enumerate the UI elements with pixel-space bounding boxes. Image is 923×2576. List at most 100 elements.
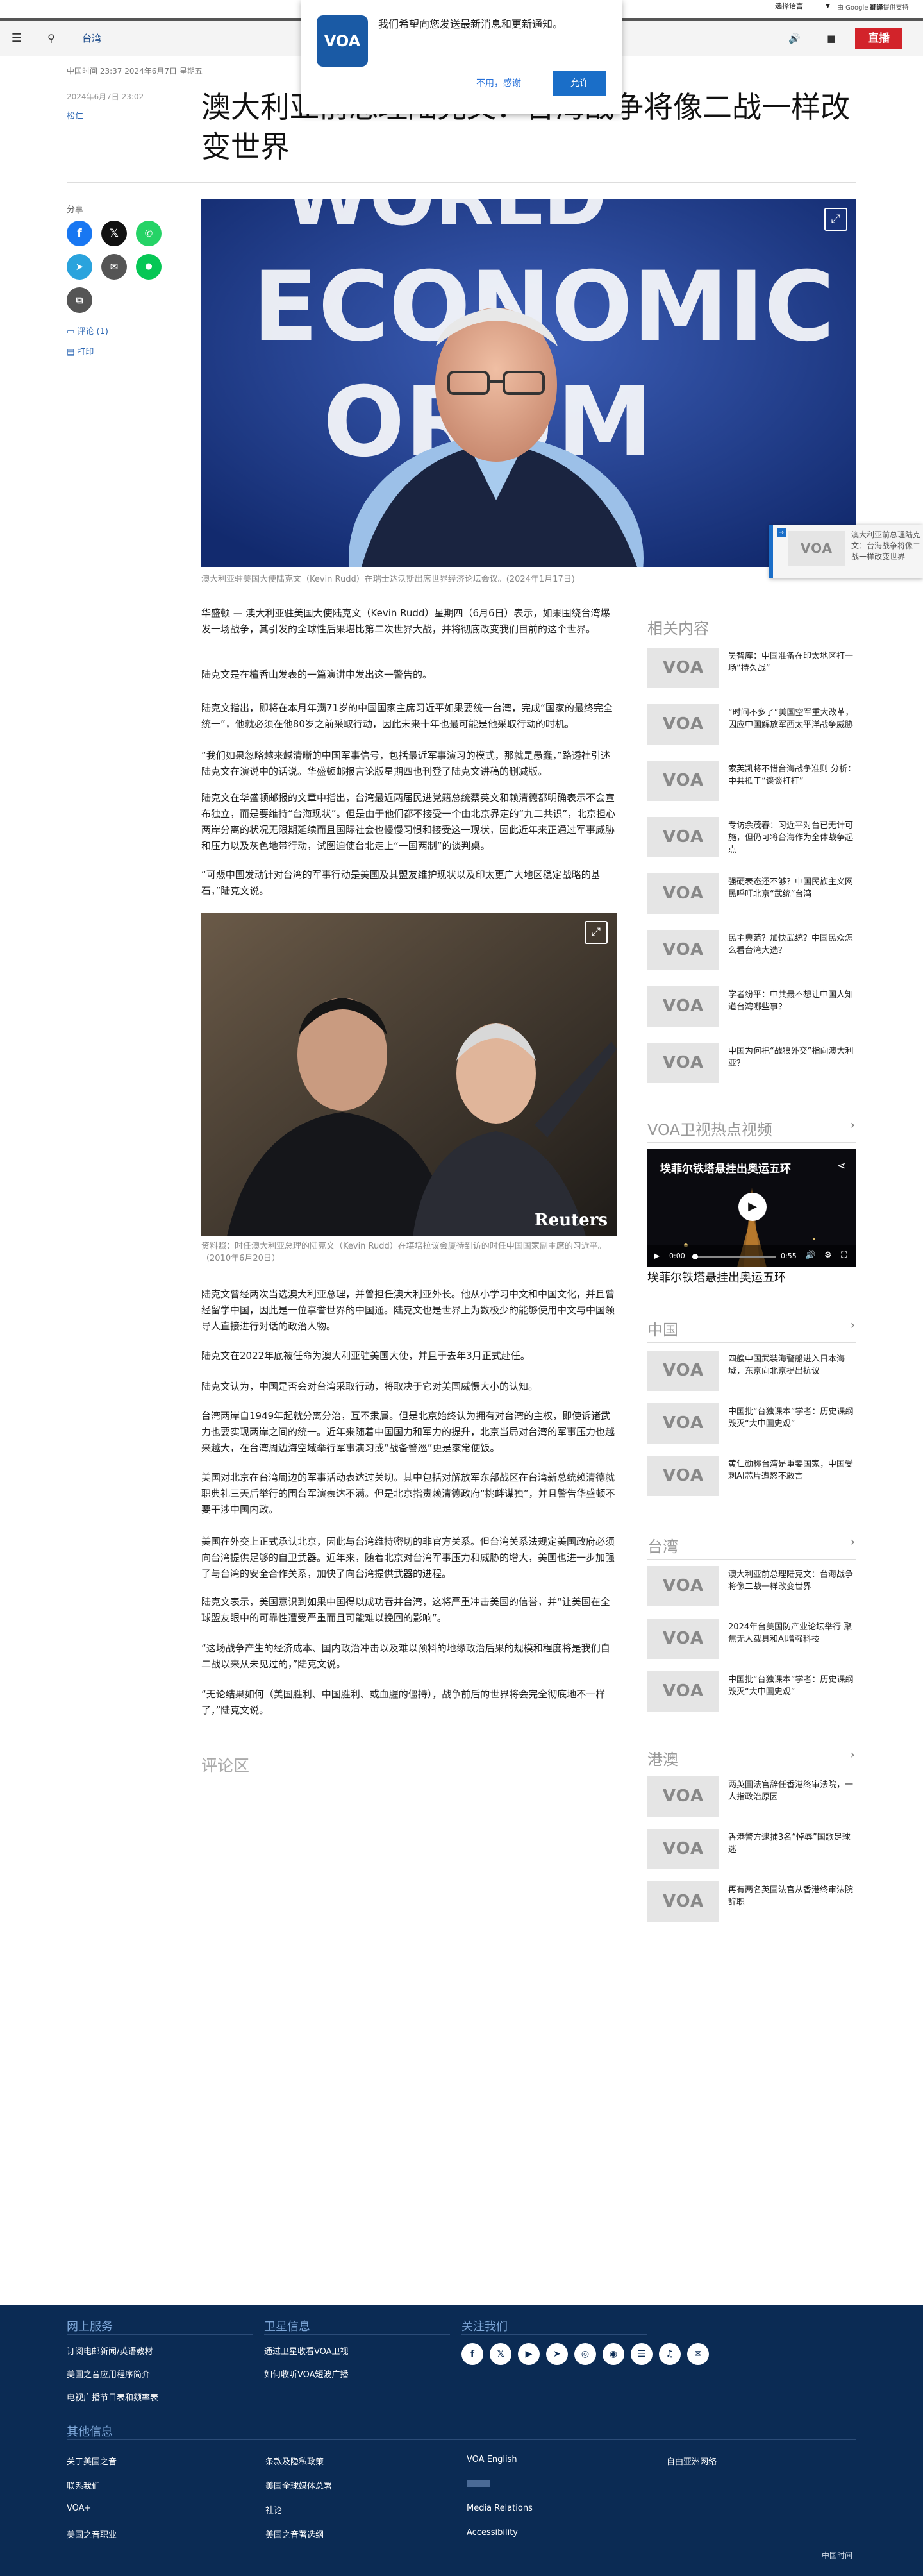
facebook-share-icon[interactable]: f [67,221,92,246]
play-icon[interactable]: ▶ [738,1193,767,1221]
sidebar-article[interactable]: VOA 2024年台美国防产业论坛举行 聚焦无人载具和AI增强科技 [647,1619,856,1665]
paragraph: 美国对北京在台湾周边的军事活动表达过关切。其中包括对解放军东部战区在台湾新总统赖… [201,1472,615,1515]
telegram-share-icon[interactable]: ➤ [67,254,92,280]
email-share-icon[interactable]: ✉ [101,254,127,280]
voa-thumbnail: VOA [647,1829,719,1869]
notification-prompt: VOA 我们希望向您发送最新消息和更新通知。 不用，感谢 允许 [301,0,622,114]
video-title[interactable]: 埃菲尔铁塔悬挂出奥运五环 [647,1270,856,1286]
volume-icon[interactable]: 🔊 [805,1250,815,1260]
footer-link[interactable]: 联系我们 [67,2479,100,2491]
paragraph: “无论结果如何（美国胜利、中国胜利、或血腥的僵持），战争前后的世界将会完全彻底地… [201,1688,606,1716]
site-footer: 网上服务 订阅电邮新闻/英语教材 美国之音应用程序简介 电视广播节目表和频率表 … [0,2305,923,2576]
footer-link[interactable]: Accessibility [467,2528,518,2538]
paragraph: 陆克文指出，即将在本月年满71岁的中国国家主席习近平如果要统一台湾，完成“国家的… [201,702,613,730]
footer-link[interactable]: 条款及隐私政策 [265,2455,324,2467]
menu-icon[interactable]: ☰ [10,32,23,45]
instagram-icon[interactable]: ◎ [574,2343,596,2365]
xi-rudd-photo [201,913,617,1236]
floating-article-card[interactable]: → VOA 澳大利亚前总理陆克文：台海战争将像二战一样改变世界 [769,525,923,578]
hk-heading[interactable]: 港澳 › [647,1747,856,1772]
podcast-app-icon[interactable]: ♫ [659,2343,681,2365]
facebook-icon[interactable]: f [462,2343,483,2365]
sidebar-article[interactable]: VOA 黄仁勋称台湾是重要国家，中国受刺AI芯片遭怒不敢言 [647,1456,856,1502]
comments-link[interactable]: ▭ 评论 (1) [67,324,108,337]
footer-link[interactable]: 美国全球媒体总署 [265,2479,332,2491]
telegram-icon[interactable]: ➤ [546,2343,568,2365]
video-heading[interactable]: VOA卫视热点视频 › [647,1117,856,1143]
share-icon[interactable]: ⋖ [837,1159,845,1172]
footer-link[interactable]: VOA English [467,2455,517,2464]
footer-link[interactable]: 电视广播节目表和频率表 [67,2391,158,2403]
youtube-icon[interactable]: ▶ [518,2343,540,2365]
section-link[interactable]: 台湾 [82,32,101,45]
taiwan-heading[interactable]: 台湾 › [647,1534,856,1560]
chevron-right-icon: › [850,1118,855,1132]
taiwan-heading-label: 台湾 [647,1538,678,1556]
rss-icon[interactable]: ☰ [631,2343,653,2365]
x-icon[interactable]: 𝕏 [490,2343,511,2365]
author-link[interactable]: 松仁 [67,109,83,121]
allow-button[interactable]: 允许 [553,71,606,96]
sidebar-article[interactable]: VOA 学者纷平：中共最不想让中国人知道台湾哪些事？ [647,986,856,1032]
play-small-icon[interactable]: ▶ [654,1251,660,1260]
fullscreen-icon[interactable]: ⛶ [841,1250,847,1260]
x-share-icon[interactable]: 𝕏 [101,221,127,246]
whatsapp-share-icon[interactable]: ✆ [136,221,162,246]
sidebar-article[interactable]: VOA 专访余茂春：习近平对台已无计可施，但仍可将台海作为全体战争起点 [647,817,856,863]
voa-thumbnail: VOA [647,1881,719,1922]
footer-link[interactable]: 社论 [265,2504,282,2516]
live-button[interactable]: 直播 [855,28,902,49]
footer-link[interactable]: 美国之音应用程序简介 [67,2368,150,2380]
sidebar-article-title: 黄仁勋称台湾是重要国家，中国受刺AI芯片遭怒不敢言 [728,1460,854,1481]
footer-link[interactable]: 如何收听VOA短波广播 [264,2368,349,2380]
print-link[interactable]: ▤ 打印 [67,345,94,357]
print-link-label: 打印 [77,348,94,357]
voa-logo: VOA [317,15,368,67]
video-progress-handle[interactable] [692,1254,698,1259]
chevron-right-icon: › [850,1748,855,1762]
sidebar-article[interactable]: VOA 中国批“台独课本”学者：历史课纲毁灭“大中国史观” [647,1671,856,1717]
footer-link[interactable]: 关于美国之音 [67,2455,117,2467]
video-progress[interactable] [692,1254,776,1259]
footer-link[interactable]: 自由亚洲网络 [667,2455,717,2467]
sidebar-article[interactable]: VOA 香港警方逮捕3名“悼辱”国歌足球迷 [647,1829,856,1875]
sidebar-article[interactable]: VOA 吴智库：中国准备在印太地区打一场“持久战” [647,648,856,694]
expand-icon[interactable]: ⤢ [585,921,608,944]
paragraph: 陆克文认为，中国是否会对台湾采取行动，将取决于它对美国威慑大小的认知。 [201,1381,538,1392]
sidebar-article[interactable]: VOA 两英国法官辞任香港终审法院，一人指政治原因 [647,1776,856,1823]
sidebar-article-title: 再有两名英国法官从香港终审法院辞职 [728,1885,854,1907]
reuters-watermark: Reuters [535,1211,608,1230]
sidebar-article[interactable]: VOA 强硬表态还不够？中国民族主义网民呼吁北京“武统”台湾 [647,873,856,920]
sidebar-article[interactable]: VOA 澳大利亚前总理陆克文：台海战争将像二战一样改变世界 [647,1566,856,1612]
sidebar-article[interactable]: VOA 索芙凯将不惜台海战争准则 分析：中共抵于“谈谈打打” [647,761,856,807]
footer-link[interactable]: 订阅电邮新闻/英语教材 [67,2344,153,2357]
language-select[interactable]: 选择语言 ▼ [772,1,833,12]
footer-logo[interactable] [467,2480,490,2487]
footer-link[interactable]: 美国之音职业 [67,2528,117,2540]
voa-thumbnail: VOA [647,817,719,857]
video-player[interactable]: 埃菲尔铁塔悬挂出奥运五环 ⋖ ▶ ▶ 0:00 0:55 🔊 ⚙ ⛶ [647,1149,856,1267]
sidebar-article[interactable]: VOA “时间不多了”美国空军重大改革，因应中国解放军西太平洋战争威胁 [647,704,856,750]
line-share-icon[interactable]: ● [136,254,162,280]
image2-caption: 资料照：时任澳大利亚总理的陆克文（Kevin Rudd）在堪培拉议会厦待到访的时… [201,1242,606,1263]
footer-link[interactable]: Media Relations [467,2504,533,2513]
sidebar-article[interactable]: VOA 中国为何把“战狼外交”指向澳大利亚？ [647,1043,856,1089]
expand-icon[interactable]: ⤢ [824,208,847,231]
sidebar-article[interactable]: VOA 四艘中国武装海警船进入日本海域，东京向北京提出抗议 [647,1351,856,1397]
deny-button[interactable]: 不用，感谢 [467,71,531,96]
email-icon[interactable]: ✉ [687,2343,709,2365]
sidebar-article[interactable]: VOA 中国批“台独课本”学者：历史课纲毁灭“大中国史观” [647,1403,856,1449]
settings-icon[interactable]: ⚙ [824,1250,832,1260]
footer-link[interactable]: VOA+ [67,2504,91,2513]
sidebar-article[interactable]: VOA 再有两名英国法官从香港终审法院辞职 [647,1881,856,1928]
video-icon[interactable]: ■ [827,33,836,44]
search-icon[interactable]: ⚲ [47,32,60,45]
footer-link[interactable]: 通过卫星收看VOA卫视 [264,2344,349,2357]
china-heading[interactable]: 中国 › [647,1317,856,1343]
copy-link-icon[interactable]: ⧉ [67,287,92,313]
footer-link[interactable]: 美国之音著选纲 [265,2528,324,2540]
podcast-icon[interactable]: ◉ [603,2343,624,2365]
sidebar-article[interactable]: VOA 民主典范？加快武统？中国民众怎么看台湾大选？ [647,930,856,976]
speaker-icon[interactable]: 🔊 [788,33,801,44]
floating-card-text: 澳大利亚前总理陆克文：台海战争将像二战一样改变世界 [851,530,921,561]
